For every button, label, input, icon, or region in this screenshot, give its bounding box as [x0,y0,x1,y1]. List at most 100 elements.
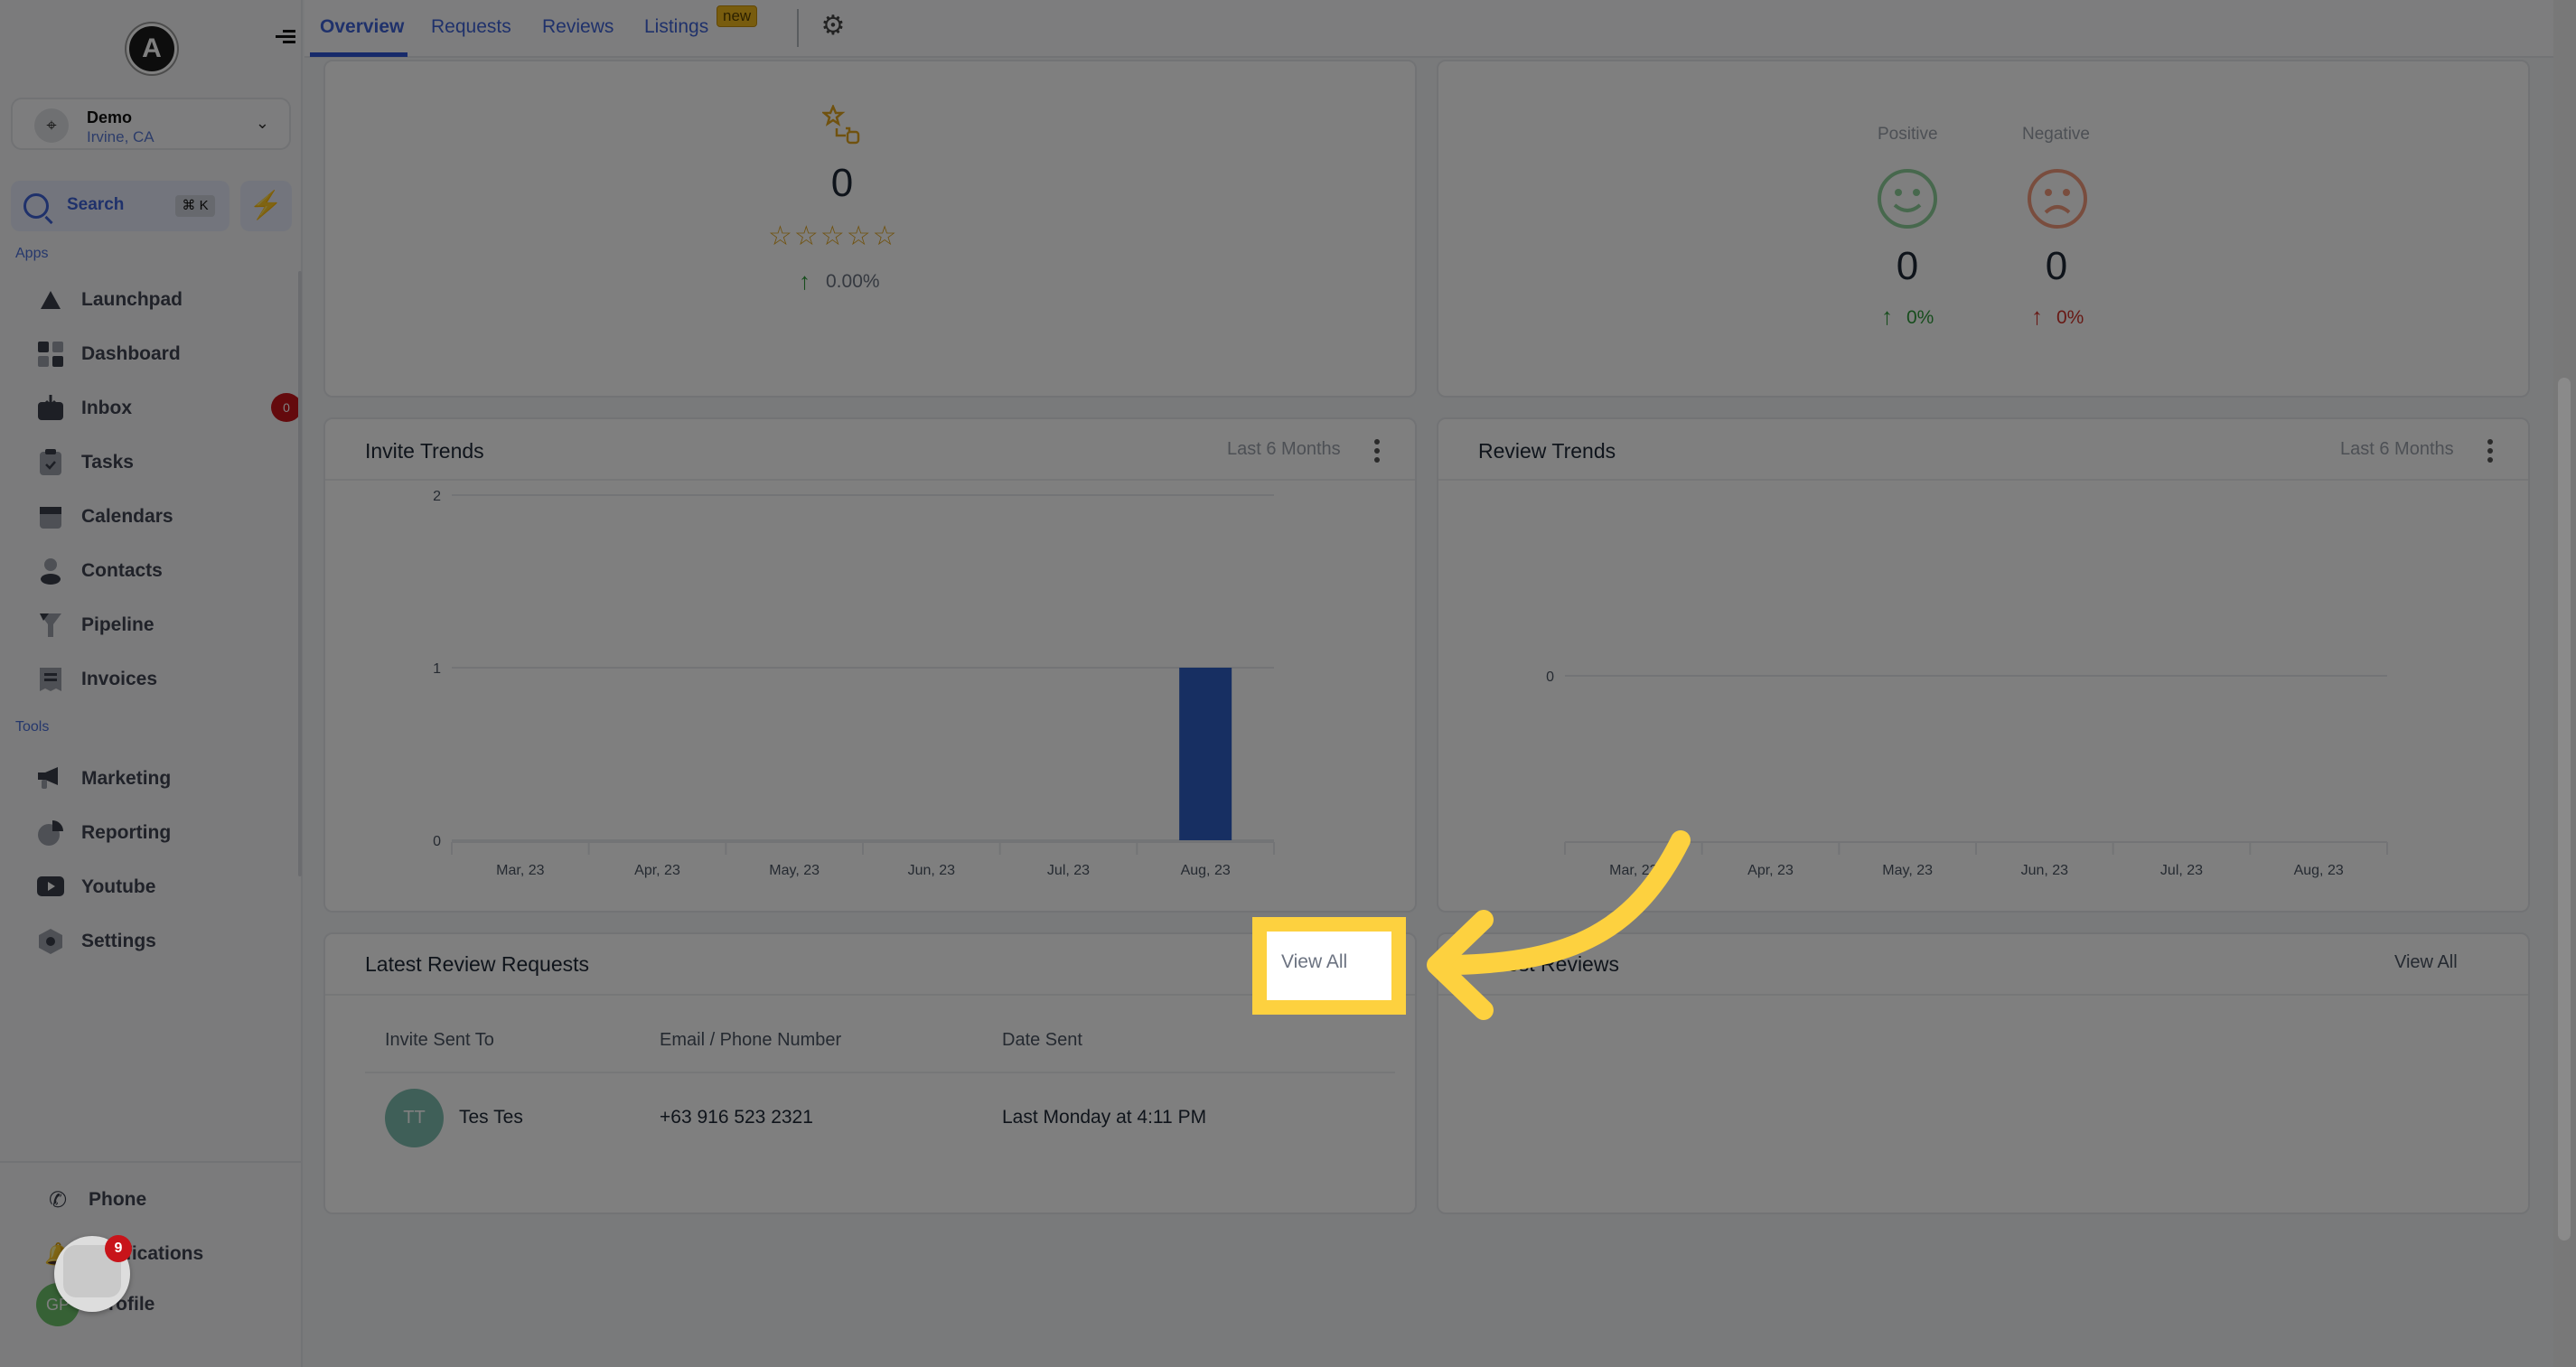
location-switcher[interactable]: ⌖ Demo Irvine, CA ⌄ [11,98,291,150]
kebab-menu-icon[interactable] [1374,439,1380,466]
y-tick-label: 1 [433,661,441,677]
inbox-count-badge: 0 [271,393,302,422]
sidebar-item-label: Inbox [81,398,132,418]
sidebar-item-settings[interactable]: Settings [36,923,271,960]
negative-label: Negative [2022,125,2090,144]
positive-change: 0% [1906,307,1934,328]
star-icon: ☆ [872,221,899,251]
collapse-sidebar-icon[interactable] [276,27,295,45]
sidebar-item-reporting[interactable]: Reporting [36,815,271,851]
quick-actions-bolt-icon[interactable]: ⚡ [240,181,292,231]
sidebar-item-marketing[interactable]: Marketing [36,761,271,797]
sidebar-item-youtube[interactable]: Youtube [36,869,271,905]
x-tick-label: May, 23 [769,863,820,878]
sidebar-item-label: Phone [89,1189,147,1210]
tab-divider [797,9,799,47]
invite-contact: +63 916 523 2321 [660,1107,813,1128]
sidebar-item-label: Dashboard [81,343,181,364]
tab-listings[interactable]: Listings [644,16,708,38]
sidebar-item-label: Marketing [81,768,172,789]
column-header-date-sent: Date Sent [1002,1030,1082,1050]
sidebar-item-invoices[interactable]: Invoices [36,661,271,698]
receipt-icon [36,665,65,694]
sentiment-card [1437,60,2530,398]
inbox-icon [36,394,65,423]
x-tick-label: Apr, 23 [1747,863,1794,878]
sidebar: A ⌖ Demo Irvine, CA ⌄ Search ⌘ K ⚡ Apps … [0,0,303,1367]
sidebar-item-launchpad[interactable]: Launchpad [36,282,271,318]
settings-hex-icon [36,927,65,956]
y-tick-label: 0 [433,834,441,849]
review-trends-title: Review Trends [1478,439,1616,463]
sidebar-item-dashboard[interactable]: Dashboard [36,336,271,372]
rocket-icon [36,286,65,314]
top-tab-bar: Overview Requests Reviews Listings new ⚙ [304,0,2554,58]
sidebar-item-calendars[interactable]: Calendars [36,499,271,535]
page-scrollbar-thumb[interactable] [2558,378,2571,1241]
arrow-up-icon: ↑ [2031,303,2043,330]
x-tick-label: Mar, 23 [496,863,544,878]
chevron-down-icon: ⌄ [255,114,269,132]
invite-trends-chart: 0 1 2 Mar, 23 Apr, 23 May, 23 Jun, 23 Jul, 23 Au… [433,489,1275,878]
arrow-up-icon: ↑ [1881,303,1893,330]
active-tab-indicator [310,52,407,57]
latest-requests-view-all-button[interactable]: View All [1281,951,1347,973]
location-pin-icon: ⌖ [34,108,69,143]
star-icon: ☆ [846,221,873,251]
megaphone-icon [36,764,65,793]
gear-icon[interactable]: ⚙ [818,11,848,42]
sidebar-item-label: Youtube [81,876,156,897]
invite-date: Last Monday at 4:11 PM [1002,1107,1207,1128]
invite-name: Tes Tes [459,1107,523,1128]
new-badge: new [717,5,758,27]
sidebar-item-label: Calendars [81,506,173,527]
average-rating-value: 0 [830,161,854,205]
review-trends-range[interactable]: Last 6 Months [2340,439,2454,460]
tab-requests[interactable]: Requests [431,16,511,38]
sidebar-item-label: Settings [81,931,156,951]
search-icon [23,193,49,219]
positive-label: Positive [1878,125,1938,144]
positive-value: 0 [1896,244,1919,288]
kebab-menu-icon[interactable] [2487,439,2493,466]
sidebar-item-label: Launchpad [81,289,183,310]
funnel-icon [36,611,65,640]
sidebar-item-pipeline[interactable]: Pipeline [36,607,271,643]
sidebar-item-tasks[interactable]: Tasks [36,445,271,481]
tab-overview[interactable]: Overview [320,16,404,38]
clipboard-check-icon [36,448,65,477]
frown-icon [2026,167,2089,235]
x-tick-label: Aug, 23 [2294,863,2344,878]
rating-stars: ☆☆☆☆☆ [768,220,899,252]
apps-section-title: Apps [15,246,49,261]
x-tick-label: Aug, 23 [1181,863,1231,878]
sidebar-scrollbar[interactable] [298,271,302,876]
invite-trends-title: Invite Trends [365,439,484,463]
latest-reviews-view-all-link[interactable]: View All [2394,952,2458,973]
star-exchange-icon [820,103,862,145]
sidebar-item-label: Reporting [81,822,172,843]
sidebar-item-inbox[interactable]: Inbox 0 [36,390,302,426]
star-icon: ☆ [793,221,820,251]
y-tick-label: 2 [433,489,441,504]
location-city: Irvine, CA [87,128,155,145]
x-tick-label: Jun, 23 [908,863,956,878]
location-name: Demo [87,108,133,126]
table-header-divider [365,1072,1395,1073]
contact-avatar: TT [385,1089,444,1147]
invite-trends-range[interactable]: Last 6 Months [1227,439,1341,460]
y-tick-label: 0 [1546,669,1554,685]
tab-reviews[interactable]: Reviews [542,16,614,38]
latest-requests-title: Latest Review Requests [365,952,590,976]
app-logo[interactable]: A [126,23,177,74]
pie-chart-icon [36,819,65,847]
sidebar-item-label: Pipeline [81,614,155,635]
negative-value: 0 [2045,244,2068,288]
x-tick-label: Jun, 23 [2021,863,2069,878]
search-button[interactable]: Search ⌘ K [11,181,229,231]
smiley-icon [1876,167,1939,235]
x-tick-label: Apr, 23 [634,863,680,878]
sidebar-item-contacts[interactable]: Contacts [36,553,271,589]
x-tick-label: Jul, 23 [1047,863,1090,878]
sidebar-item-phone[interactable]: ✆ Phone [43,1182,278,1218]
